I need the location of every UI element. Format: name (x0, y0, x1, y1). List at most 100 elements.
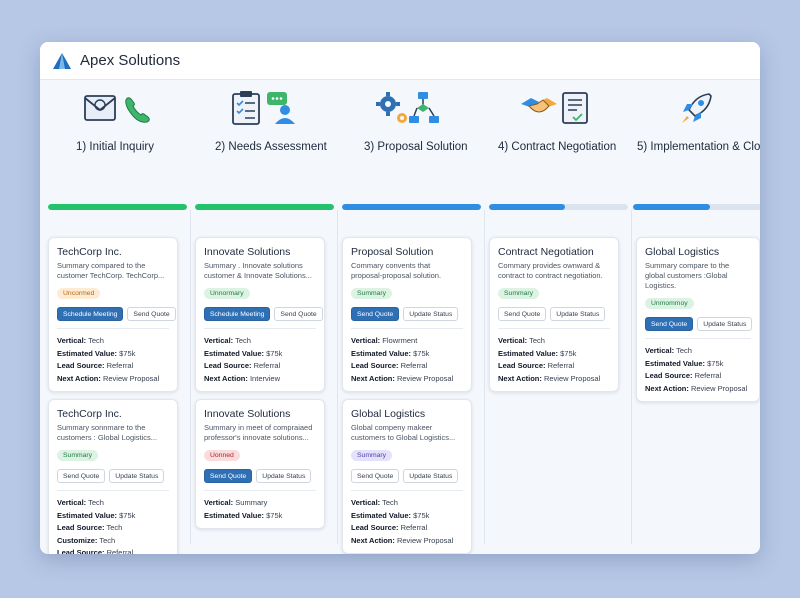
detail-label: Estimated Value: (351, 348, 412, 358)
stage-title: 4) Contract Negotiation (498, 141, 617, 153)
card-summary: Summary in meet of compraiaed professor'… (204, 423, 313, 442)
app-window: Apex Solutions 1) Initial Inquiry 2) Nee… (40, 42, 760, 554)
lead-card[interactable]: Global Logistics Summary compare to the g… (636, 237, 760, 402)
send-quote-button[interactable]: Send Quote (351, 307, 400, 321)
card-title: Global Logistics (351, 408, 426, 420)
detail-label: Vertical: (57, 498, 87, 507)
update-status-button[interactable]: Update Status (403, 307, 459, 321)
lead-card[interactable]: Contract Negotiation Commary provides own… (489, 237, 619, 392)
card-details: Vertical: Tech Estimated Value: $75k Lead … (57, 335, 169, 385)
detail-row: Estimated Value: $75k (645, 358, 751, 371)
lead-card[interactable]: Innovate Solutions Summary in meet of com… (195, 399, 325, 529)
send-quote-button[interactable]: Send Quote (204, 469, 253, 483)
triangle-logo-icon (53, 52, 71, 69)
detail-value: Tech (86, 336, 104, 345)
detail-value: Tech (86, 498, 104, 507)
card-actions: Send Quote Update Status (351, 307, 463, 329)
card-actions: Send Quote Update Status (498, 307, 610, 329)
card-title: Innovate Solutions (204, 246, 291, 258)
schedule-meeting-button[interactable]: Schedule Meeting (57, 307, 124, 321)
detail-value: $75k (705, 358, 724, 368)
detail-row: Next Action: Review Proposal (351, 373, 463, 386)
detail-label: Estimated Value: (204, 510, 265, 520)
send-quote-button[interactable]: Send Quote (127, 307, 176, 321)
detail-value: Tech (104, 523, 123, 532)
detail-value: Referral (545, 361, 575, 370)
detail-value: $75k (117, 510, 136, 520)
detail-row: Next Action: Interview (204, 373, 316, 386)
gears-flowchart-icon (376, 92, 439, 123)
detail-value: $75k (264, 510, 283, 520)
update-status-button[interactable]: Update Status (256, 469, 312, 483)
update-status-button[interactable]: Update Status (403, 469, 459, 483)
detail-value: Interview (247, 373, 280, 383)
detail-value: $75k (264, 348, 283, 358)
detail-label: Next Action: (645, 383, 689, 393)
card-details: Vertical: Tech Estimated Value: $75k Lead … (498, 335, 610, 385)
detail-value: $75k (558, 348, 577, 358)
lead-card[interactable]: TechCorp Inc. Summary compared to the cus… (48, 237, 178, 392)
lead-card[interactable]: TechCorp Inc. Summary sonnmare to the cus… (48, 399, 178, 554)
detail-label: Vertical: (204, 336, 234, 345)
detail-value: Review Proposal (100, 373, 160, 383)
card-actions: Schedule Meeting Send Quote (57, 307, 176, 329)
detail-label: Lead Source: (57, 523, 105, 532)
send-quote-button[interactable]: Send Quote (57, 469, 106, 483)
detail-row: Vertical: Tech (645, 345, 751, 358)
update-status-button[interactable]: Update Status (550, 307, 606, 321)
lead-card[interactable]: Global Logistics Global compeny makeer cu… (342, 399, 472, 554)
detail-row: Lead Source: Referral (498, 360, 610, 373)
stage-title: 5) Implementation & Close (637, 141, 760, 153)
detail-value: Tech (380, 498, 398, 507)
schedule-meeting-button[interactable]: Schedule Meeting (204, 307, 271, 321)
detail-label: Lead Source: (351, 523, 399, 532)
rocket-icon (682, 93, 712, 123)
send-quote-button[interactable]: Send Quote (645, 317, 694, 331)
detail-value: Review Proposal (688, 383, 748, 393)
detail-label: Estimated Value: (57, 348, 118, 358)
status-badge: Unmommoy (645, 298, 694, 309)
detail-row: Vertical: Tech (57, 335, 169, 348)
send-quote-button[interactable]: Send Quote (274, 307, 323, 321)
stage-title: 1) Initial Inquiry (76, 141, 154, 153)
detail-row: Lead Source: Referral (204, 360, 316, 373)
detail-row: Next Action: Review Proposal (57, 373, 169, 386)
status-badge: Uonned (204, 450, 240, 461)
card-summary: Summary compare to the global customers … (645, 261, 730, 290)
detail-row: Lead Source: Referral (351, 522, 463, 535)
stage-title: 2) Needs Assessment (215, 141, 327, 153)
detail-row: Lead Source: Referral (57, 360, 169, 373)
status-badge: Unnormary (204, 288, 250, 299)
app-title: Apex Solutions (80, 52, 181, 69)
detail-label: Lead Source: (498, 361, 546, 370)
lead-card[interactable]: Proposal Solution Commary convents that p… (342, 237, 472, 392)
detail-label: Estimated Value: (204, 348, 265, 358)
detail-value: Tech (233, 336, 251, 345)
detail-row: Estimated Value: $75k (498, 348, 610, 361)
detail-value: Summary (233, 498, 268, 507)
lead-card[interactable]: Innovate Solutions Summary . Innovate sol… (195, 237, 325, 392)
detail-row: Vertical: Flowrment (351, 335, 463, 348)
detail-row: Lead Source: Referral (351, 360, 463, 373)
detail-row: Estimated Value: $75k (351, 510, 463, 523)
update-status-button[interactable]: Update Status (109, 469, 165, 483)
detail-row: Lead Source: Referral (645, 370, 751, 383)
detail-row: Estimated Value: $75k (204, 510, 316, 523)
detail-row: Vertical: Tech (498, 335, 610, 348)
send-quote-button[interactable]: Send Quote (498, 307, 547, 321)
detail-label: Estimated Value: (645, 358, 706, 368)
detail-row: Vertical: Tech (351, 497, 463, 510)
detail-label: Estimated Value: (498, 348, 559, 358)
detail-value: $75k (411, 348, 430, 358)
stage-progress-bar (633, 204, 760, 210)
card-title: Contract Negotiation (498, 246, 594, 258)
card-details: Vertical: Summary Estimated Value: $75k (204, 497, 316, 522)
detail-label: Estimated Value: (351, 510, 412, 520)
update-status-button[interactable]: Update Status (697, 317, 753, 331)
detail-row: Lead Source: Tech (57, 522, 169, 535)
send-quote-button[interactable]: Send Quote (351, 469, 400, 483)
title-bar: Apex Solutions (40, 42, 760, 80)
detail-label: Next Action: (204, 373, 248, 383)
detail-label: Lead Source: (57, 548, 105, 554)
detail-label: Next Action: (57, 373, 101, 383)
